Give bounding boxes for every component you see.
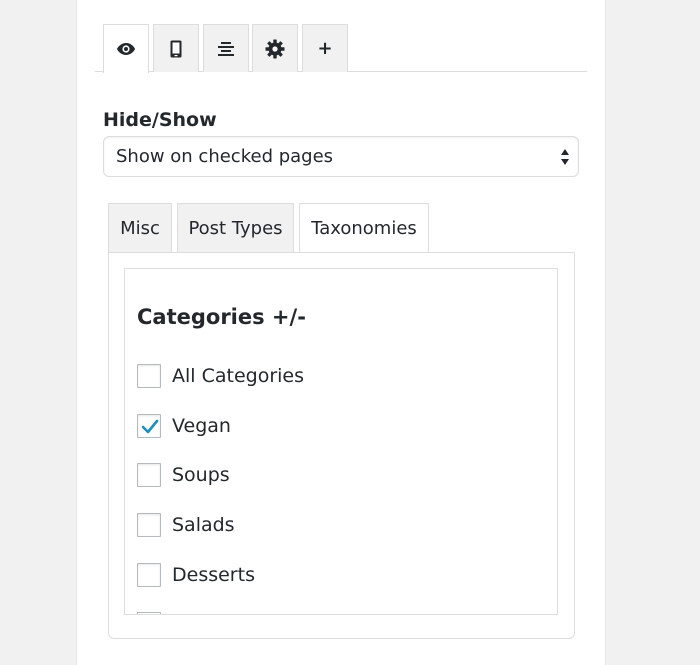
category-label: Vegan (172, 415, 231, 437)
categories-box[interactable]: Categories +/- All Categories Vegan Soup… (124, 268, 558, 615)
checkbox-desserts[interactable] (137, 563, 161, 587)
category-item-vegan[interactable]: Vegan (137, 413, 537, 439)
checkbox-salads[interactable] (137, 513, 161, 537)
tab-visibility[interactable] (103, 24, 149, 73)
content-tab-bar: Misc Post Types Taxonomies (108, 203, 574, 253)
checkbox-vegan[interactable] (137, 414, 161, 438)
plus-icon: + (317, 37, 333, 59)
category-item-soups[interactable]: Soups (137, 462, 537, 488)
icon-tab-bar: + (95, 24, 587, 73)
categories-heading: Categories +/- (137, 305, 306, 329)
tab-post-types[interactable]: Post Types (177, 203, 294, 252)
checkbox-partially-hidden[interactable] (137, 612, 161, 614)
category-item-all[interactable]: All Categories (137, 363, 537, 389)
checkbox-all-categories[interactable] (137, 364, 161, 388)
hide-show-label: Hide/Show (103, 109, 217, 131)
category-item-desserts[interactable]: Desserts (137, 562, 537, 588)
mobile-icon (170, 40, 182, 58)
category-label: Salads (172, 514, 235, 536)
select-arrows-icon (560, 148, 570, 170)
tab-settings[interactable] (252, 24, 298, 72)
tab-taxonomies[interactable]: Taxonomies (299, 203, 429, 253)
category-label: Desserts (172, 564, 255, 586)
gear-icon (265, 39, 285, 59)
eye-icon (116, 42, 136, 56)
category-label: All Categories (172, 365, 305, 387)
hide-show-select-value: Show on checked pages (116, 146, 334, 167)
align-center-icon (217, 41, 235, 57)
tab-more[interactable]: + (302, 24, 348, 72)
category-label: Soups (172, 464, 230, 486)
tab-alignment[interactable] (203, 24, 249, 72)
checkmark-icon (141, 419, 159, 434)
tab-misc[interactable]: Misc (108, 203, 172, 252)
hide-show-select[interactable]: Show on checked pages (103, 136, 579, 177)
tab-devices[interactable] (153, 24, 199, 72)
checkbox-soups[interactable] (137, 463, 161, 487)
category-item-salads[interactable]: Salads (137, 512, 537, 538)
